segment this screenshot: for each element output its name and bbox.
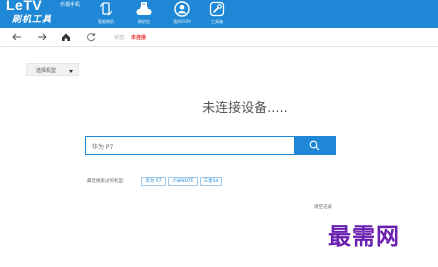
wrench-icon (209, 1, 225, 17)
nav-toolbox[interactable]: 工具箱 (199, 0, 235, 28)
recent-model-chip[interactable]: 三星S4 (200, 177, 222, 186)
back-arrow-icon[interactable] (11, 31, 23, 43)
nav-rom-package[interactable]: R 刷机包 (126, 0, 162, 28)
caret-down-icon (69, 70, 73, 73)
nav-label: 我的ROM (173, 19, 191, 24)
search-icon (309, 140, 320, 151)
nav-label: 工具箱 (211, 19, 223, 24)
app-logo: LeTV 乐视手机 刷机工具 (6, 0, 86, 28)
search-button[interactable] (294, 136, 336, 155)
recent-model-chip[interactable]: 小米NOTE (168, 177, 198, 186)
user-icon (174, 1, 190, 17)
nav-label: 刷机包 (138, 19, 150, 24)
headline-text: 未连接设备..... (202, 101, 288, 116)
recent-model-chip[interactable]: 华为 P7 (141, 177, 166, 186)
refresh-icon[interactable] (85, 31, 97, 43)
model-select-label: 选择机型 (36, 68, 57, 74)
forward-arrow-icon[interactable] (36, 31, 48, 43)
connection-status: 未连接 (131, 35, 147, 41)
watermark-text: 最需网 (328, 223, 400, 250)
nav-smart-flash[interactable]: 智能刷机 (88, 0, 124, 28)
browser-toolbar: 状态: 未连接 (0, 28, 438, 47)
home-icon[interactable] (60, 31, 72, 43)
clear-history-link[interactable]: 清空记录 (314, 204, 332, 210)
model-select-dropdown[interactable]: 选择机型 (26, 63, 79, 76)
logo-subtitle: 乐视手机 (60, 2, 81, 8)
phone-refresh-icon (100, 2, 112, 16)
search-input-value: 华为 P7 (92, 144, 114, 151)
nav-my-rom[interactable]: 我的ROM (164, 0, 200, 28)
recent-search-label: 最近搜索过的机型: (87, 179, 125, 184)
logo-tool-name: 刷机工具 (12, 15, 53, 25)
status-label: 状态: (114, 35, 126, 41)
device-status-headline: 未连接设备..... (0, 97, 438, 116)
top-header: LeTV 乐视手机 刷机工具 智能刷机 R 刷机包 (0, 0, 438, 28)
flash-tool-window: LeTV 乐视手机 刷机工具 智能刷机 R 刷机包 (0, 0, 438, 267)
cloud-rom-icon: R (136, 2, 152, 15)
nav-label: 智能刷机 (98, 19, 114, 24)
